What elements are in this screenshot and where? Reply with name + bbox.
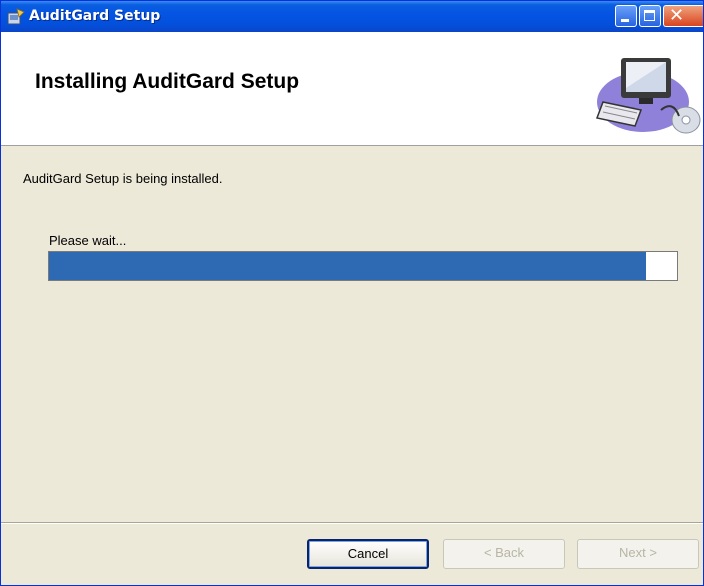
maximize-button[interactable]	[639, 5, 661, 27]
installer-icon	[7, 8, 25, 25]
progress-fill	[49, 252, 646, 280]
close-button[interactable]: ✕	[663, 5, 703, 27]
window-title: AuditGard Setup	[29, 8, 161, 24]
minimize-icon	[621, 19, 629, 22]
back-button[interactable]: < Back	[443, 539, 565, 569]
header-banner: Installing AuditGard Setup	[1, 32, 703, 146]
cancel-button[interactable]: Cancel	[307, 539, 429, 569]
wait-label: Please wait...	[49, 233, 127, 248]
maximize-icon	[644, 10, 655, 21]
minimize-button[interactable]	[615, 5, 637, 27]
title-bar[interactable]: AuditGard Setup ✕	[1, 1, 703, 32]
computer-install-icon	[595, 58, 701, 134]
status-text: AuditGard Setup is being installed.	[23, 171, 223, 186]
next-button[interactable]: Next >	[577, 539, 699, 569]
progress-bar	[48, 251, 678, 281]
setup-window: AuditGard Setup ✕ Installing AuditGard S…	[0, 0, 704, 586]
close-icon: ✕	[669, 5, 685, 26]
footer-divider	[1, 522, 703, 524]
page-title: Installing AuditGard Setup	[35, 70, 300, 93]
